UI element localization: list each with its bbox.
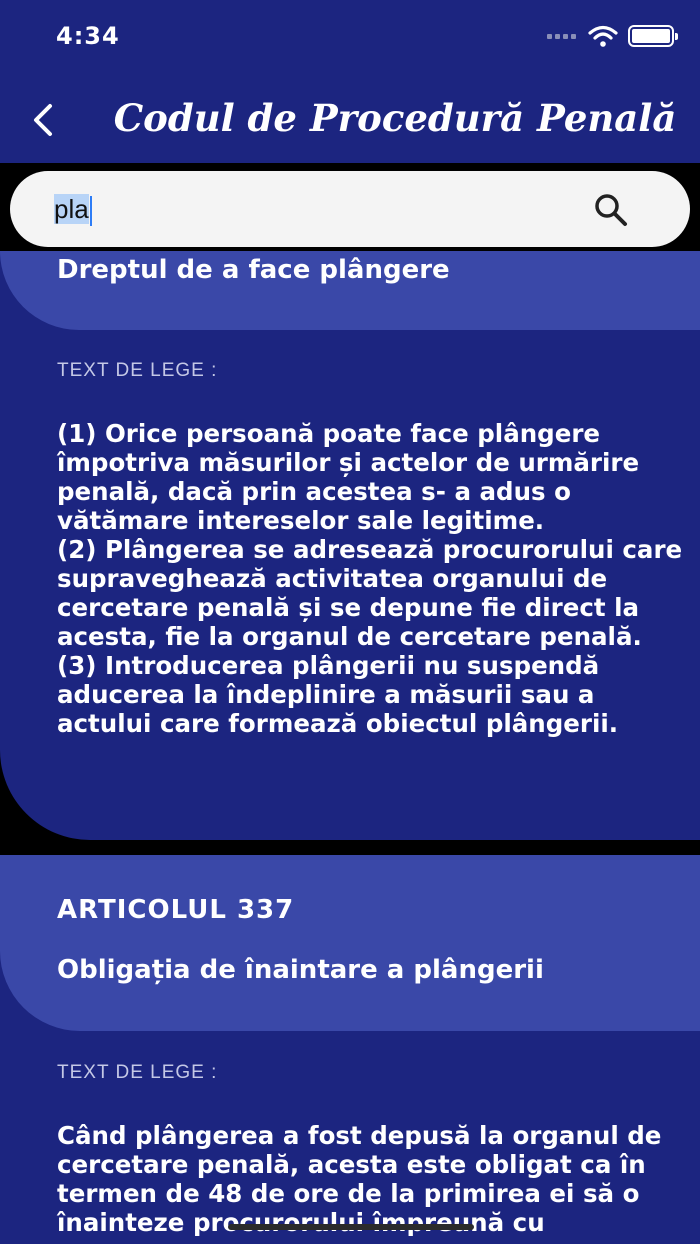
section-label: TEXT DE LEGE : xyxy=(57,1062,218,1083)
article-card: Dreptul de a face plângere TEXT DE LEGE … xyxy=(0,251,700,840)
article-header: ARTICOLUL 337 Obligația de înaintare a p… xyxy=(0,855,700,1031)
signal-icon xyxy=(547,33,576,39)
status-time: 4:34 xyxy=(56,22,120,50)
section-label: TEXT DE LEGE : xyxy=(57,360,218,381)
back-button[interactable] xyxy=(24,96,60,144)
chevron-left-icon xyxy=(34,104,52,136)
search-input[interactable]: pla xyxy=(54,189,574,229)
article-title: Obligația de înaintare a plângerii xyxy=(57,955,544,985)
search-bar: pla xyxy=(0,163,700,251)
status-icons xyxy=(547,24,678,48)
article-card: ARTICOLUL 337 Obligația de înaintare a p… xyxy=(0,855,700,1244)
home-indicator[interactable] xyxy=(228,1224,474,1230)
battery-icon xyxy=(628,25,678,47)
article-header: Dreptul de a face plângere xyxy=(0,251,700,330)
app-header: 4:34 Codul de Procedură Penală xyxy=(0,0,700,163)
search-input-text: pla xyxy=(54,194,89,224)
wifi-icon xyxy=(588,25,618,47)
article-number: ARTICOLUL 337 xyxy=(57,895,295,925)
search-field[interactable]: pla xyxy=(10,171,690,247)
search-icon[interactable] xyxy=(592,191,630,229)
page-title: Codul de Procedură Penală xyxy=(113,96,677,140)
article-title: Dreptul de a face plângere xyxy=(57,255,450,285)
law-text: Când plângerea a fost depusă la organul … xyxy=(57,1121,662,1237)
law-text: (1) Orice persoană poate face plângere î… xyxy=(57,419,683,738)
text-caret xyxy=(89,196,92,227)
